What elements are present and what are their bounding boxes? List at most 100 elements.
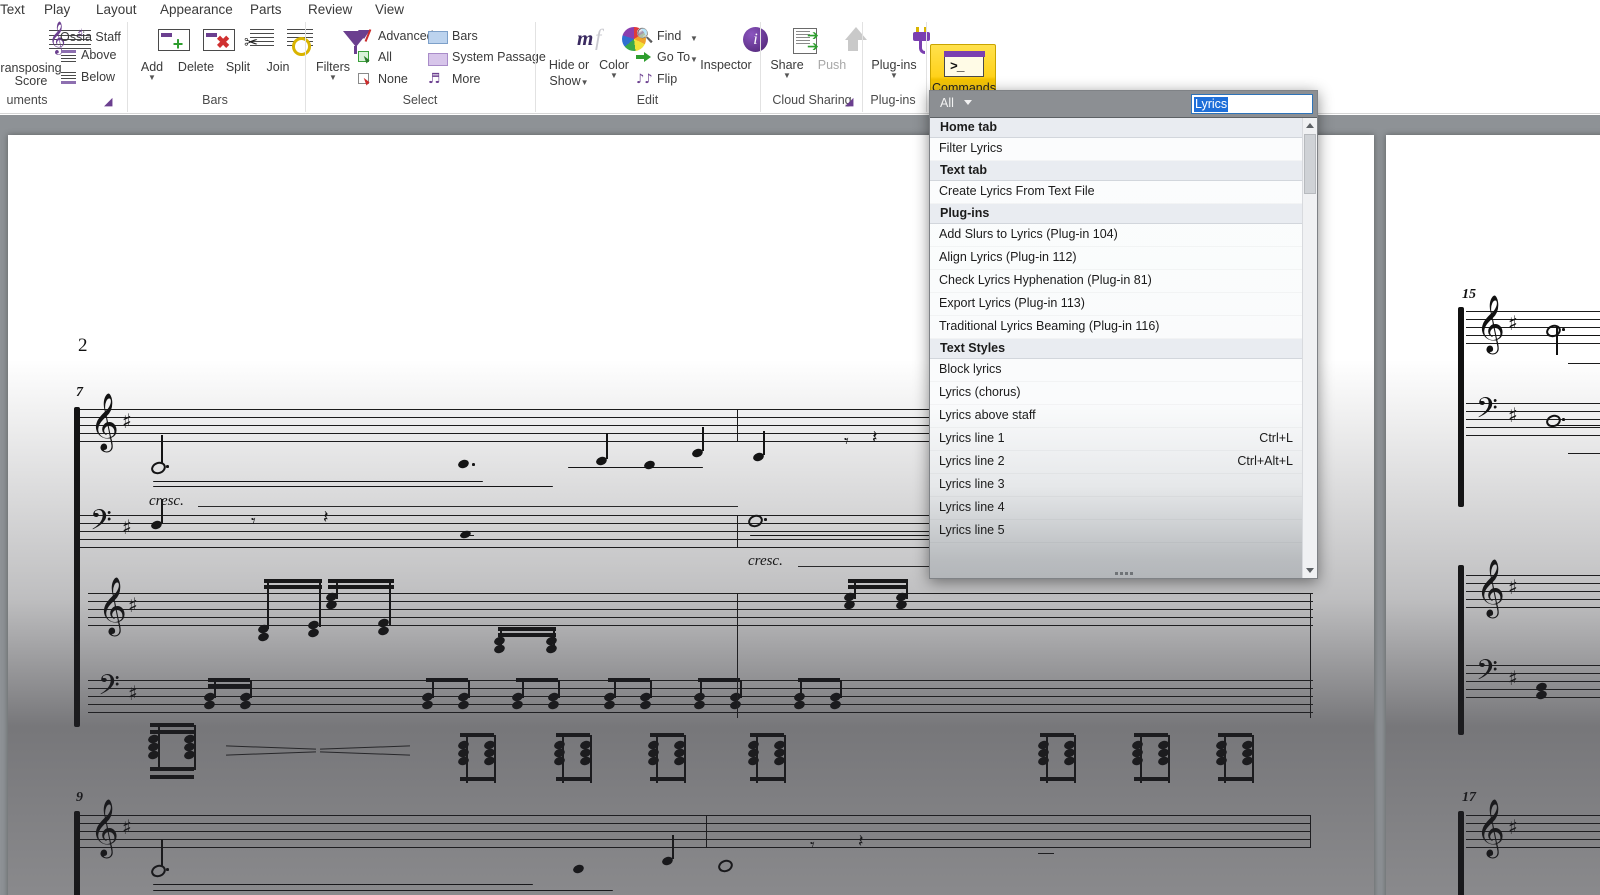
scroll-down-button[interactable] [1303,563,1317,578]
command-item-shortcut: Ctrl+L [1259,431,1293,445]
notehead[interactable] [456,458,471,470]
ossia-staff-button[interactable]: Ossia Staff [60,30,121,44]
commands-category-header: Text tab [930,161,1317,181]
tab-layout[interactable]: Layout [96,2,137,17]
command-item-label: Export Lyrics (Plug-in 113) [939,296,1085,310]
command-item-label: Lyrics above staff [939,408,1036,422]
join-bar-button[interactable]: Join [258,26,313,74]
bars-select-icon [428,31,448,44]
barline[interactable] [737,593,739,718]
command-item[interactable]: Lyrics line 4 [930,497,1317,520]
command-item[interactable]: Align Lyrics (Plug-in 112) [930,247,1317,270]
hairpin[interactable] [320,745,410,750]
notehead[interactable] [149,862,168,880]
tab-parts[interactable]: Parts [250,2,282,17]
commands-list-scrollbar[interactable] [1302,118,1317,578]
command-item[interactable]: Block lyrics [930,359,1317,382]
command-item[interactable]: Export Lyrics (Plug-in 113) [930,293,1317,316]
find-button[interactable]: Find [657,29,681,43]
tab-review[interactable]: Review [308,2,352,17]
advanced-select-button[interactable]: Advanced [378,29,434,43]
command-item[interactable]: Lyrics line 2 Ctrl+Alt+L [930,451,1317,474]
delete-label: Delete [177,60,215,74]
command-item[interactable]: Lyrics (chorus) [930,382,1317,405]
command-item[interactable]: Create Lyrics From Text File [930,181,1317,204]
eighth-rest[interactable]: 𝄾 [810,837,815,855]
augmentation-dot [166,868,169,871]
add-caret-icon[interactable]: ▼ [131,74,173,82]
bass-clef-icon: 𝄢 [1476,654,1498,694]
select-none-button[interactable]: None [378,72,408,86]
notehead[interactable] [149,459,168,477]
color-caret-icon[interactable]: ▼ [595,72,633,80]
quarter-rest[interactable]: 𝄽 [872,429,878,447]
plug-ins-caret-icon[interactable]: ▼ [866,72,922,80]
command-item[interactable]: Lyrics line 3 [930,474,1317,497]
below-button[interactable]: Below [81,70,115,84]
score-canvas[interactable]: 2 7 𝄞 ♯ cresc. 𝄾 𝄽 𝄢 ♯ 𝄾 𝄽 cresc. 𝄞 ♯ 𝄢 … [0,115,1600,895]
command-item[interactable]: Lyrics line 1 Ctrl+L [930,428,1317,451]
above-button[interactable]: Above [81,48,116,62]
commands-category-label: Text tab [940,163,987,177]
hide-show-caret-icon[interactable]: ▼ [581,78,589,87]
quarter-rest[interactable]: 𝄽 [323,509,329,527]
note-stem [702,427,704,451]
go-to-button[interactable]: Go To [657,50,690,64]
command-item[interactable]: Lyrics line 5 [930,520,1317,543]
share-caret-icon[interactable]: ▼ [764,72,810,80]
hairpin[interactable] [226,751,316,756]
notehead[interactable] [716,857,735,875]
tab-appearance[interactable]: Appearance [160,2,233,17]
scrollbar-thumb[interactable] [1304,134,1316,194]
hairpin[interactable] [320,751,410,756]
score-page-right[interactable]: 15 𝄞 ♯ 𝄢 ♯ 𝄞 ♯ 𝄢 ♯ 17 𝄞 ♯ [1386,135,1600,895]
command-item[interactable]: Lyrics above staff [930,405,1317,428]
add-bar-button[interactable]: + Add ▼ [131,26,190,82]
inspector-button[interactable]: i Inspector [697,26,768,72]
barline[interactable] [1310,815,1312,848]
group-label-instruments: uments [6,93,48,107]
barline[interactable] [706,815,708,848]
barline[interactable] [737,409,739,442]
command-item-label: Traditional Lyrics Beaming (Plug-in 116) [939,319,1160,333]
slur[interactable] [568,453,703,468]
tab-view[interactable]: View [375,2,404,17]
cresc-text-2[interactable]: cresc. [748,553,783,570]
quarter-rest[interactable]: 𝄽 [858,833,864,851]
eighth-rest[interactable]: 𝄾 [251,513,256,531]
eighth-rest[interactable]: 𝄾 [844,433,849,451]
hairpin[interactable] [226,745,316,750]
command-item-label: Check Lyrics Hyphenation (Plug-in 81) [939,273,1152,287]
command-item[interactable]: Traditional Lyrics Beaming (Plug-in 116) [930,316,1317,339]
barline[interactable] [1310,593,1312,718]
select-all-button[interactable]: All [378,50,392,64]
delete-bar-button[interactable]: ✖ Delete [174,26,235,74]
notehead[interactable] [571,863,586,875]
tab-play[interactable]: Play [44,2,70,17]
commands-search-input[interactable]: Lyrics [1191,94,1313,114]
system-passage-button[interactable]: System Passage [452,50,546,64]
more-select-button[interactable]: More [452,72,480,86]
share-button[interactable]: ➔ ➔ Share ▼ [764,26,819,80]
filter-scope-caret-icon[interactable] [964,100,972,105]
color-button[interactable]: Color ▼ [595,26,646,80]
plug-ins-button[interactable]: Plug-ins ▼ [866,26,930,80]
filters-button[interactable]: Filters ▼ [311,28,369,82]
command-item[interactable]: Filter Lyrics [930,138,1317,161]
cloud-sharing-dialog-launcher[interactable]: ◢ [845,95,853,108]
commands-dropdown-panel[interactable]: All Lyrics Home tab Filter Lyrics Text tab… [929,90,1318,579]
hide-or-show-button[interactable]: m f Hide or Show▼ [542,26,602,90]
resize-grip[interactable] [1114,572,1133,575]
flip-button[interactable]: Flip [657,72,677,86]
command-item[interactable]: Check Lyrics Hyphenation (Plug-in 81) [930,270,1317,293]
command-item[interactable]: Add Slurs to Lyrics (Plug-in 104) [930,224,1317,247]
scroll-up-button[interactable] [1303,118,1317,133]
cresc-text-1[interactable]: cresc. [149,493,184,510]
commands-results-list[interactable]: Home tab Filter Lyrics Text tab Create Lyri… [930,118,1317,578]
filter-scope-label[interactable]: All [940,96,954,110]
tab-text[interactable]: Text [0,2,25,17]
instruments-dialog-launcher[interactable]: ◢ [104,95,112,108]
split-bar-button[interactable]: ✂ Split [218,26,274,74]
filters-caret-icon[interactable]: ▼ [311,74,355,82]
bars-select-button[interactable]: Bars [452,29,478,43]
